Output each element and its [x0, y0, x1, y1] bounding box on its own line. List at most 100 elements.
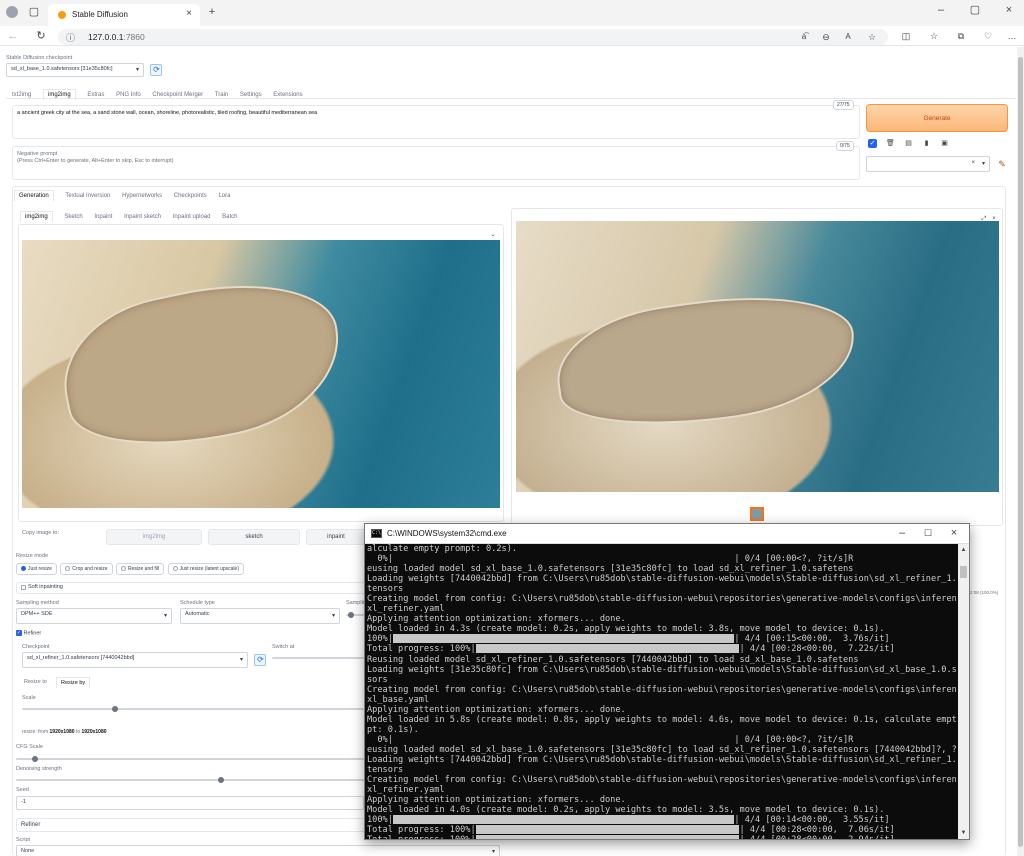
negative-token-count: 0/75	[836, 141, 854, 151]
slider-knob[interactable]	[112, 706, 118, 712]
script-select[interactable]: None ▾	[16, 845, 500, 856]
cmd-line-text: 100%| | 4/4 [00:15<00:00, 3.76s/it]	[367, 634, 890, 645]
save-style-icon[interactable]: ▣	[940, 138, 949, 150]
refiner-checkpoint-select[interactable]: sd_xl_refiner_1.0.safetensors [7440042bb…	[22, 652, 248, 668]
page-scrollbar[interactable]	[1017, 47, 1024, 856]
cmd-scrollbar[interactable]: ▲ ▼	[958, 544, 969, 839]
minimize-window-icon[interactable]: –	[934, 4, 948, 16]
negative-prompt-textarea[interactable]: Negative prompt (Press Ctrl+Enter to gen…	[12, 146, 860, 180]
page-scrollbar-thumb[interactable]	[1018, 57, 1023, 847]
tab-resize-to[interactable]: Resize to	[24, 679, 47, 685]
refiner-accordion[interactable]: Refiner	[16, 818, 366, 832]
resize-option-fill[interactable]: Resize and fill	[115, 563, 165, 575]
scale-slider[interactable]	[22, 706, 364, 712]
more-menu-icon[interactable]: …	[1006, 30, 1018, 42]
subtab-generation[interactable]: Generation	[14, 190, 54, 201]
checkbox-icon[interactable]	[21, 585, 26, 590]
profile-avatar[interactable]	[6, 6, 18, 18]
favorite-star-icon[interactable]: ☆	[866, 31, 878, 43]
trash-icon[interactable]: 🗑	[886, 138, 895, 150]
subtab-checkpoints[interactable]: Checkpoints	[174, 193, 207, 199]
slider-knob[interactable]	[218, 777, 224, 783]
close-tab-icon[interactable]: ×	[186, 8, 192, 19]
schedule-type-select[interactable]: Automatic ▾	[180, 608, 340, 624]
sampling-steps-label: Samplin	[346, 600, 366, 606]
imgtab-batch[interactable]: Batch	[222, 214, 237, 220]
cmd-line: sors	[367, 674, 388, 685]
gallery-thumbnail[interactable]	[750, 507, 764, 521]
edit-styles-icon[interactable]: ✎	[996, 158, 1008, 170]
imgtab-inpaint-sketch[interactable]: Inpaint sketch	[124, 214, 161, 220]
new-tab-icon[interactable]: +	[206, 6, 218, 18]
generate-button[interactable]: Generate	[866, 104, 1008, 132]
collections-icon[interactable]: ⧉	[955, 30, 967, 42]
checkpoint-select[interactable]: sd_xl_base_1.0.safetensors [31e35c80fc] …	[6, 63, 144, 77]
subtab-lora[interactable]: Lora	[218, 193, 230, 199]
refiner-section-label: Refiner	[21, 822, 41, 828]
resize-option-latent[interactable]: Just resize (latent upscale)	[167, 563, 244, 575]
refiner-checkbox-row[interactable]: ✓ Refiner	[16, 630, 41, 636]
scroll-down-icon[interactable]: ▼	[958, 827, 969, 839]
close-window-icon[interactable]: ×	[1002, 4, 1016, 16]
imgtab-inpaint-upload[interactable]: Inpaint upload	[173, 214, 211, 220]
reload-icon[interactable]: ↻	[34, 30, 48, 42]
clipboard-icon[interactable]: ▤	[904, 138, 913, 150]
back-icon[interactable]: ←	[6, 30, 20, 42]
slider-knob[interactable]	[32, 756, 38, 762]
generation-subtabs: Generation Textual Inversion Hypernetwor…	[14, 190, 240, 201]
tab-actions-icon[interactable]: ▢	[28, 6, 40, 18]
site-info-icon[interactable]: ⓘ	[66, 31, 75, 44]
soft-inpainting-accordion[interactable]: Soft inpainting	[16, 582, 366, 594]
copy-to-sketch-button[interactable]: sketch	[208, 529, 300, 545]
sampling-steps-slider[interactable]	[346, 612, 364, 618]
imgtab-sketch[interactable]: Sketch	[64, 214, 82, 220]
imgtab-img2img[interactable]: img2img	[20, 211, 53, 222]
browser-essentials-icon[interactable]: ♡	[982, 30, 994, 42]
copy-to-inpaint-button[interactable]: inpaint	[306, 529, 366, 545]
prompt-textarea[interactable]: a ancient greek city at the sea, a sand …	[12, 105, 860, 139]
read-aloud-icon[interactable]: a͡	[798, 31, 810, 43]
cfg-scale-slider[interactable]	[16, 756, 364, 762]
seed-input[interactable]: -1	[16, 796, 364, 810]
denoising-strength-slider[interactable]	[16, 777, 364, 783]
subtab-textual-inversion[interactable]: Textual Inversion	[65, 193, 110, 199]
zoom-icon[interactable]: ⊖	[820, 31, 832, 43]
cmd-minimize-icon[interactable]: –	[895, 527, 909, 539]
imgtab-inpaint[interactable]: Inpaint	[94, 214, 112, 220]
url-field[interactable]: ⓘ 127.0.0.1:7860 a͡ ⊖ A ☆	[58, 29, 888, 45]
resize-info: resize: from 1920x1080 to 1920x1080	[22, 729, 107, 735]
cmd-close-icon[interactable]: ×	[947, 527, 961, 539]
apply-style-icon[interactable]: ▮	[922, 138, 931, 150]
cmd-line: 100%| | 4/4 [00:15<00:00, 3.76s/it]	[367, 634, 957, 644]
styles-select[interactable]: × ▾	[866, 156, 990, 172]
checkbox-icon[interactable]: ✓	[16, 630, 22, 636]
tab-resize-by[interactable]: Resize by	[56, 677, 91, 688]
checkbox-icon[interactable]: ✓	[868, 139, 877, 148]
resize-option-just-resize[interactable]: Just resize	[16, 563, 57, 575]
scroll-up-icon[interactable]: ▲	[958, 544, 969, 556]
resize-option-crop[interactable]: Crop and resize	[60, 563, 113, 575]
refresh-checkpoint-button[interactable]: ⟳	[150, 64, 162, 76]
cmd-line: Creating model from config: C:\Users\ru8…	[367, 775, 957, 786]
chevron-down-icon: ▾	[331, 613, 335, 619]
cmd-scrollbar-thumb[interactable]	[960, 566, 967, 578]
input-image[interactable]	[22, 240, 500, 508]
output-image[interactable]	[516, 221, 999, 492]
refresh-refiner-button[interactable]: ⟳	[254, 654, 266, 666]
cmd-maximize-icon[interactable]: ☐	[921, 527, 935, 539]
copy-to-img2img-button[interactable]: img2img	[106, 529, 202, 545]
split-screen-icon[interactable]: ◫	[900, 30, 912, 42]
switch-at-slider[interactable]	[272, 657, 364, 659]
clear-icon[interactable]: ×	[971, 160, 975, 166]
sampling-method-select[interactable]: DPM++ SDE ▾	[16, 608, 172, 624]
checkpoint-label: Stable Diffusion checkpoint	[6, 55, 73, 61]
maximize-window-icon[interactable]: ▢	[968, 4, 982, 16]
browser-tab-stable-diffusion[interactable]: Stable Diffusion ×	[48, 4, 200, 26]
translate-icon[interactable]: A	[842, 31, 854, 43]
slider-knob[interactable]	[348, 612, 354, 618]
seed-label: Seed	[16, 787, 29, 793]
favorites-icon[interactable]: ☆	[928, 30, 940, 42]
subtab-hypernetworks[interactable]: Hypernetworks	[122, 193, 162, 199]
cmd-output[interactable]: alculate empty prompt: 0.2s). 0%| | 0/4 …	[367, 544, 957, 839]
island-city	[549, 280, 863, 442]
